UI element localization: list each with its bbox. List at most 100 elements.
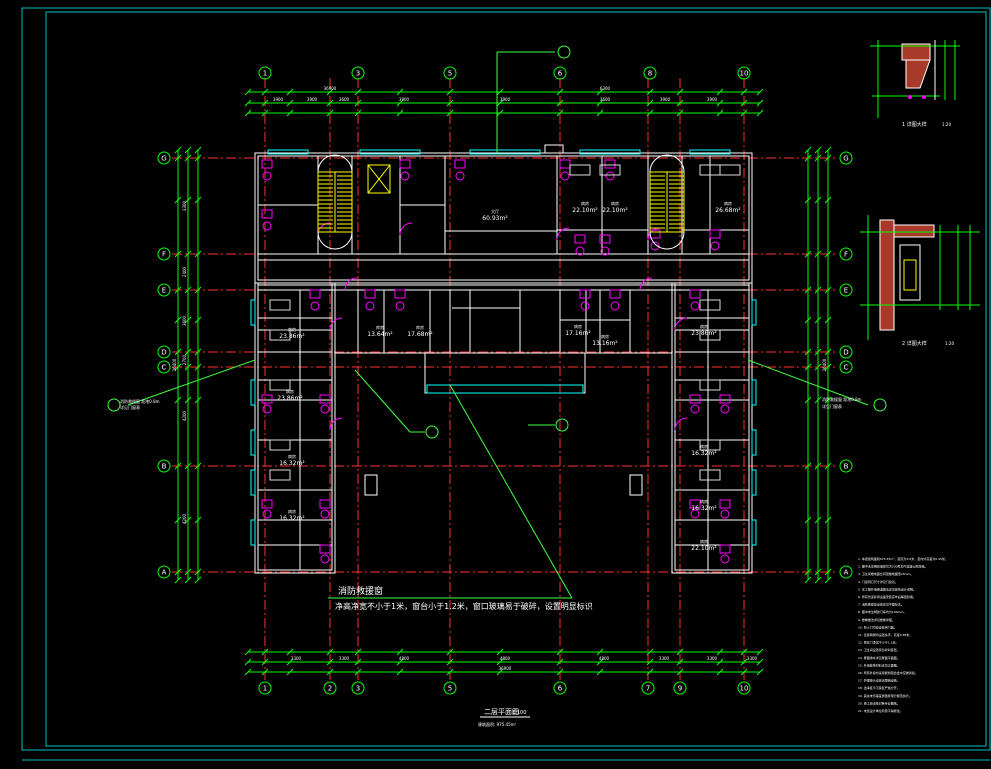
dim-top-total: 36900 [324, 86, 337, 91]
fixture-round [262, 221, 272, 231]
inner-frame [45, 11, 987, 747]
note-line: 4. 门窗洞口尺寸详见门窗表。 [858, 579, 898, 584]
dim-right-total: 26400 [822, 358, 827, 371]
detail-2-glass [903, 259, 917, 291]
stair-landing-arc [317, 231, 353, 250]
stair-landing-arc [649, 231, 685, 250]
room-area: 17.16m² [565, 330, 591, 337]
note-right-1: 消防救援窗 距地0.8m [822, 396, 862, 402]
note-line: 14. 屋面排水详见屋面平面图。 [858, 655, 900, 660]
note-line: 18. 洁净区与污染区严格分开。 [858, 685, 900, 690]
detail-1-scale: 1:20 [942, 122, 951, 127]
dim-bottom-segment: 3300 [707, 656, 718, 661]
room-area: 22.10m² [691, 545, 717, 552]
note-line: 20. 施工前请核对各专业图纸。 [858, 700, 900, 705]
leader-top-bubble [557, 45, 571, 59]
dim-bottom-segment: 3300 [747, 656, 758, 661]
fixture-round [320, 509, 330, 519]
fixture-round [400, 171, 410, 181]
note-line: 8. 图中未注明的门垛均为100mm。 [858, 609, 906, 614]
window [250, 379, 256, 406]
window [751, 429, 757, 456]
room-name: 库房 [376, 324, 384, 330]
leader-callout-bubble [425, 425, 439, 439]
bed [719, 164, 741, 176]
window [250, 299, 256, 326]
fixture-round [320, 554, 330, 564]
window [250, 469, 256, 496]
bed [699, 299, 721, 311]
note-line: 7. 消防救援窗设置详见平面标注。 [858, 602, 904, 607]
dim-left-segment: 2400 [182, 266, 187, 277]
axis-bubble-left-label: B [162, 463, 167, 471]
dim-top-segment: 3900 [399, 97, 410, 102]
axis-bubble-bottom-label: 2 [328, 685, 332, 693]
bed [269, 469, 291, 481]
axis-bubble-right-label: C [844, 364, 849, 372]
fixture [394, 289, 406, 299]
dim-left-segment: 3300 [182, 200, 187, 211]
dim-left-segment: 4200 [182, 410, 187, 421]
column-stub [629, 474, 643, 496]
axis-bubble-bottom-label: 7 [646, 685, 650, 693]
fixture [319, 394, 331, 404]
fixture [261, 499, 273, 509]
axis-bubble-right-label: B [844, 463, 849, 471]
dim-bottom-segment: 4800 [500, 656, 511, 661]
bed [269, 439, 291, 451]
note-left-1: 消防救援窗 距地0.8m [120, 398, 160, 404]
axis-bubble-top-label: 10 [740, 70, 749, 78]
room-name: 库房 [416, 324, 424, 330]
axis-bubble-right-label: E [844, 287, 848, 295]
fixture-round [320, 404, 330, 414]
fixture-round [262, 509, 272, 519]
window [751, 519, 757, 546]
detail-2-frame [899, 244, 921, 301]
fixture [609, 289, 621, 299]
room-area: 16.32m² [691, 505, 717, 512]
fixture [559, 159, 571, 169]
detail-2-wall [879, 219, 895, 331]
design-notes: 1. 本层建筑面积975.45m²，层高为3.6米，室内外高差为0.45米。 2.… [858, 556, 948, 713]
fixture [319, 499, 331, 509]
room-name: 病房 [288, 508, 296, 514]
detail-2-scale: 1:20 [945, 341, 954, 346]
fixture-round [720, 404, 730, 414]
room-name: 病房 [288, 453, 296, 459]
dim-top-segment: 3600 [339, 97, 350, 102]
bed [269, 299, 291, 311]
room-name: 病房 [288, 326, 296, 332]
fixture [454, 159, 466, 169]
detail-2-title: 2 详图大样 [902, 340, 927, 347]
axis-bubble-bottom-label: 9 [678, 685, 682, 693]
fixture-round [262, 404, 272, 414]
note-line: 11. 走廊两侧均设置扶手，高度0.85米。 [858, 632, 912, 637]
fixture-round [690, 301, 700, 311]
fixture-round [560, 171, 570, 181]
fixture [719, 394, 731, 404]
detail-2-cap [893, 224, 935, 238]
axis-bubble-right-label: F [844, 251, 848, 259]
note-line: 19. 其余未尽事宜按国家现行规范执行。 [858, 693, 912, 698]
room-area: 22.10m² [602, 207, 628, 214]
callout-title: 消防救援窗 [338, 585, 383, 597]
axis-bubble-bottom-label: 6 [558, 685, 563, 693]
drawing-scale: 1:100 [512, 710, 526, 716]
fixture [574, 234, 586, 244]
outer-frame [21, 7, 991, 751]
fixture-round [605, 171, 615, 181]
note-line: 3. 卫生间楼地面比同层楼地面低20mm。 [858, 571, 913, 576]
note-line: 12. 病房门净宽不小于1.1米。 [858, 640, 899, 645]
leader-lines [107, 45, 887, 599]
dim-bottom-segment: 3300 [291, 656, 302, 661]
fixture [719, 544, 731, 554]
fixture-round [262, 171, 272, 181]
leader-right-bubble [873, 398, 887, 412]
stairs [317, 154, 685, 250]
axis-bubble-left-label: E [162, 287, 166, 295]
bed [699, 379, 721, 391]
room-name: 病房 [601, 333, 609, 339]
dim-left-segment: 2700 [182, 354, 187, 365]
axis-bubble-left-label: C [162, 364, 167, 372]
axis-bubble-top-label: 1 [263, 70, 267, 78]
